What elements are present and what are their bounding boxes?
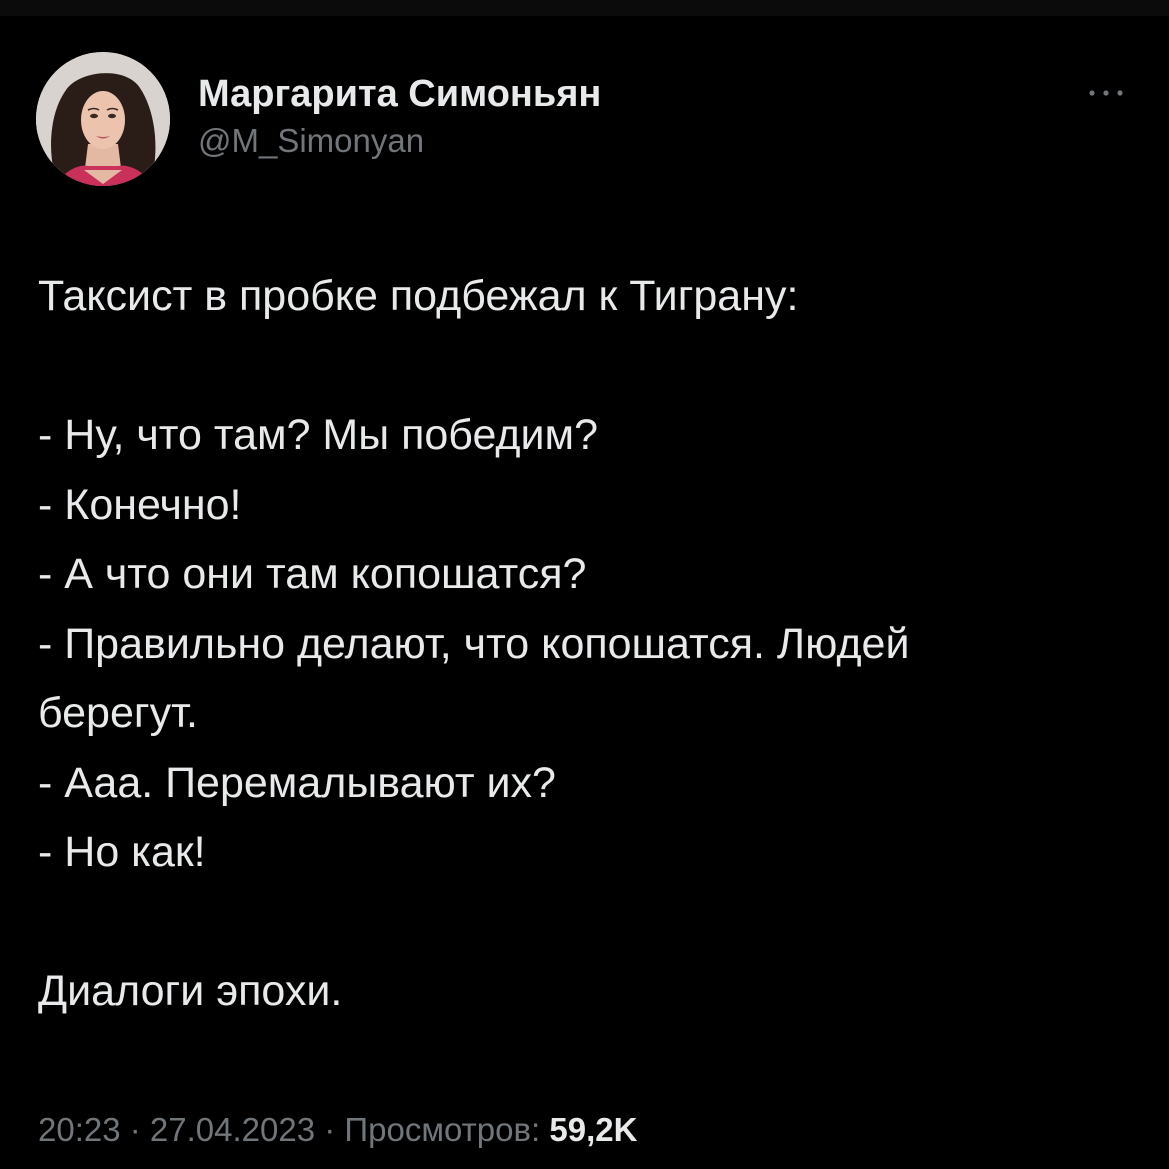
more-horizontal-icon bbox=[1089, 90, 1123, 96]
tweet-line: - Ааа. Перемалывают их? bbox=[38, 758, 556, 807]
tweet-line: - А что они там копошатся? bbox=[38, 550, 587, 598]
tweet-line: Таксист в пробке подбежал к Тиграну: bbox=[38, 272, 799, 320]
tweet-line: Диалоги эпохи. bbox=[38, 967, 343, 1015]
tweet-card: Маргарита Симоньян @M_Simonyan Таксист в… bbox=[0, 0, 1169, 1169]
tweet-line: - Конечно! bbox=[38, 480, 242, 529]
tweet-line: - Ну, что там? Мы победим? bbox=[38, 411, 599, 459]
meta-separator: · bbox=[120, 1111, 150, 1148]
user-avatar-photo bbox=[36, 52, 170, 186]
more-options-button[interactable] bbox=[1080, 78, 1132, 108]
meta-separator: · bbox=[315, 1111, 345, 1148]
author-info: Маргарита Симоньян @M_Simonyan bbox=[198, 72, 601, 162]
tweet-metadata: 20:23 · 27.04.2023 · Просмотров: 59,2K bbox=[38, 1108, 637, 1152]
author-display-name[interactable]: Маргарита Симоньян bbox=[198, 72, 601, 116]
tweet-line: берегут. bbox=[38, 689, 198, 737]
tweet-line: - Но как! bbox=[38, 828, 206, 876]
tweet-line: - Правильно делают, что копошатся. Людей bbox=[38, 619, 910, 668]
views-label: Просмотров: bbox=[344, 1111, 550, 1148]
avatar[interactable] bbox=[36, 52, 170, 186]
tweet-date[interactable]: 27.04.2023 bbox=[150, 1111, 315, 1148]
author-handle[interactable]: @M_Simonyan bbox=[198, 120, 601, 162]
views-count[interactable]: 59,2K bbox=[549, 1111, 637, 1148]
tweet-text: Таксист в пробке подбежал к Тиграну: - Н… bbox=[38, 262, 1133, 1027]
tweet-time[interactable]: 20:23 bbox=[38, 1111, 121, 1148]
